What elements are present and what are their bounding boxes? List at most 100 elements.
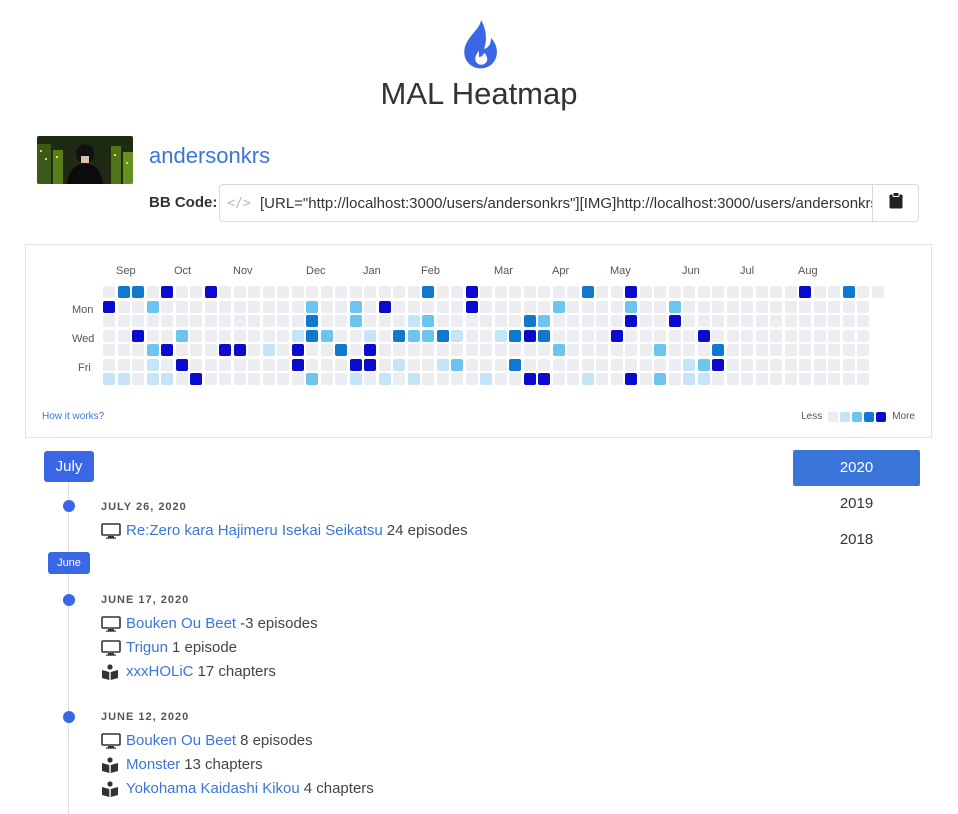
heatmap-cell[interactable] — [364, 300, 376, 313]
entry-title-link[interactable]: Trigun — [126, 639, 168, 656]
heatmap-cell[interactable] — [697, 315, 710, 327]
heatmap-cell[interactable] — [291, 344, 304, 356]
heatmap-cell[interactable] — [190, 329, 202, 342]
heatmap-cell[interactable] — [596, 286, 608, 298]
heatmap-cell[interactable] — [741, 300, 753, 313]
heatmap-cell[interactable] — [132, 315, 144, 327]
heatmap-cell[interactable] — [610, 300, 623, 313]
heatmap-cell[interactable] — [494, 358, 507, 371]
heatmap-cell[interactable] — [277, 315, 289, 327]
heatmap-cell[interactable] — [784, 286, 797, 298]
heatmap-cell[interactable] — [117, 329, 130, 342]
heatmap-cell[interactable] — [697, 358, 710, 371]
heatmap-cell[interactable] — [407, 344, 420, 356]
heatmap-cell[interactable] — [509, 286, 521, 298]
heatmap-cell[interactable] — [349, 358, 362, 371]
heatmap-cell[interactable] — [712, 358, 724, 371]
heatmap-cell[interactable] — [219, 300, 231, 313]
heatmap-cell[interactable] — [393, 315, 405, 327]
heatmap-cell[interactable] — [828, 344, 840, 356]
heatmap-cell[interactable] — [813, 373, 826, 385]
heatmap-cell[interactable] — [741, 358, 753, 371]
heatmap-cell[interactable] — [755, 344, 768, 356]
heatmap-cell[interactable] — [726, 329, 739, 342]
heatmap-cell[interactable] — [480, 329, 492, 342]
heatmap-cell[interactable] — [639, 344, 652, 356]
heatmap-cell[interactable] — [262, 329, 275, 342]
heatmap-cell[interactable] — [161, 300, 173, 313]
heatmap-cell[interactable] — [610, 315, 623, 327]
heatmap-cell[interactable] — [538, 286, 550, 298]
heatmap-cell[interactable] — [552, 315, 565, 327]
heatmap-cell[interactable] — [306, 358, 318, 371]
heatmap-cell[interactable] — [364, 329, 376, 342]
heatmap-cell[interactable] — [697, 344, 710, 356]
heatmap-cell[interactable] — [668, 373, 681, 385]
heatmap-cell[interactable] — [364, 344, 376, 356]
heatmap-cell[interactable] — [190, 358, 202, 371]
heatmap-cell[interactable] — [320, 315, 333, 327]
heatmap-cell[interactable] — [741, 373, 753, 385]
heatmap-cell[interactable] — [117, 286, 130, 298]
heatmap-cell[interactable] — [654, 373, 666, 385]
heatmap-cell[interactable] — [320, 358, 333, 371]
heatmap-cell[interactable] — [393, 358, 405, 371]
heatmap-cell[interactable] — [494, 315, 507, 327]
heatmap-cell[interactable] — [349, 300, 362, 313]
heatmap-cell[interactable] — [219, 344, 231, 356]
year-2019-button[interactable]: 2019 — [793, 486, 920, 522]
heatmap-cell[interactable] — [277, 358, 289, 371]
copy-button[interactable] — [872, 185, 918, 221]
heatmap-cell[interactable] — [436, 358, 449, 371]
heatmap-cell[interactable] — [291, 300, 304, 313]
heatmap-cell[interactable] — [190, 286, 202, 298]
heatmap-cell[interactable] — [407, 373, 420, 385]
heatmap-cell[interactable] — [770, 329, 782, 342]
heatmap-cell[interactable] — [422, 373, 434, 385]
heatmap-cell[interactable] — [552, 300, 565, 313]
heatmap-cell[interactable] — [190, 300, 202, 313]
heatmap-cell[interactable] — [828, 315, 840, 327]
heatmap-cell[interactable] — [494, 300, 507, 313]
heatmap-cell[interactable] — [697, 286, 710, 298]
heatmap-cell[interactable] — [248, 315, 260, 327]
heatmap-cell[interactable] — [683, 300, 695, 313]
heatmap-cell[interactable] — [770, 300, 782, 313]
heatmap-cell[interactable] — [509, 373, 521, 385]
heatmap-cell[interactable] — [668, 358, 681, 371]
heatmap-cell[interactable] — [132, 329, 144, 342]
heatmap-cell[interactable] — [828, 329, 840, 342]
heatmap-cell[interactable] — [639, 300, 652, 313]
heatmap-cell[interactable] — [654, 344, 666, 356]
heatmap-cell[interactable] — [262, 286, 275, 298]
heatmap-cell[interactable] — [393, 286, 405, 298]
heatmap-cell[interactable] — [770, 286, 782, 298]
heatmap-cell[interactable] — [784, 344, 797, 356]
heatmap-cell[interactable] — [683, 315, 695, 327]
heatmap-cell[interactable] — [755, 358, 768, 371]
heatmap-cell[interactable] — [523, 373, 536, 385]
heatmap-cell[interactable] — [103, 329, 115, 342]
heatmap-cell[interactable] — [117, 300, 130, 313]
heatmap-cell[interactable] — [654, 300, 666, 313]
heatmap-cell[interactable] — [726, 373, 739, 385]
heatmap-cell[interactable] — [175, 286, 188, 298]
heatmap-cell[interactable] — [813, 300, 826, 313]
heatmap-cell[interactable] — [364, 315, 376, 327]
heatmap-cell[interactable] — [494, 286, 507, 298]
heatmap-cell[interactable] — [291, 358, 304, 371]
heatmap-cell[interactable] — [639, 373, 652, 385]
heatmap-cell[interactable] — [480, 315, 492, 327]
heatmap-cell[interactable] — [523, 300, 536, 313]
heatmap-cell[interactable] — [364, 286, 376, 298]
heatmap-cell[interactable] — [813, 315, 826, 327]
heatmap-cell[interactable] — [320, 286, 333, 298]
heatmap-cell[interactable] — [828, 286, 840, 298]
heatmap-cell[interactable] — [204, 315, 217, 327]
heatmap-cell[interactable] — [755, 300, 768, 313]
bb-code-input[interactable] — [258, 185, 872, 221]
heatmap-cell[interactable] — [335, 344, 347, 356]
heatmap-cell[interactable] — [552, 373, 565, 385]
heatmap-cell[interactable] — [407, 358, 420, 371]
heatmap-cell[interactable] — [538, 315, 550, 327]
